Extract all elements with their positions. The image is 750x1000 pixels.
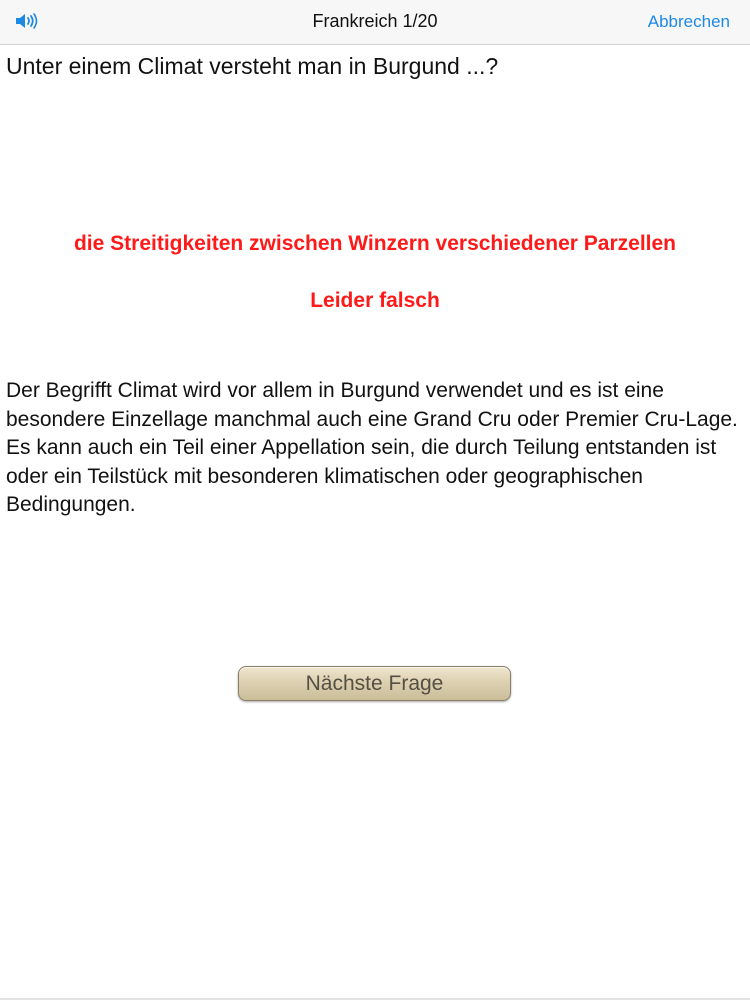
result-message: Leider falsch [310,289,440,312]
nav-title: Frankreich 1/20 [312,11,438,31]
speaker-volume-icon [16,13,38,29]
next-question-label: Nächste Frage [305,671,444,695]
sound-button[interactable] [14,8,48,34]
question-text: Unter einem Climat versteht man in Burgu… [6,53,499,79]
next-question-button[interactable]: Nächste Frage [238,666,511,701]
selected-answer: die Streitigkeiten zwischen Winzern vers… [73,232,677,255]
cancel-button[interactable]: Abbrechen [648,12,730,32]
explanation-text: Der Begrifft Climat wird vor allem in Bu… [6,379,738,516]
navigation-bar: Frankreich 1/20 Abbrechen [0,0,750,45]
